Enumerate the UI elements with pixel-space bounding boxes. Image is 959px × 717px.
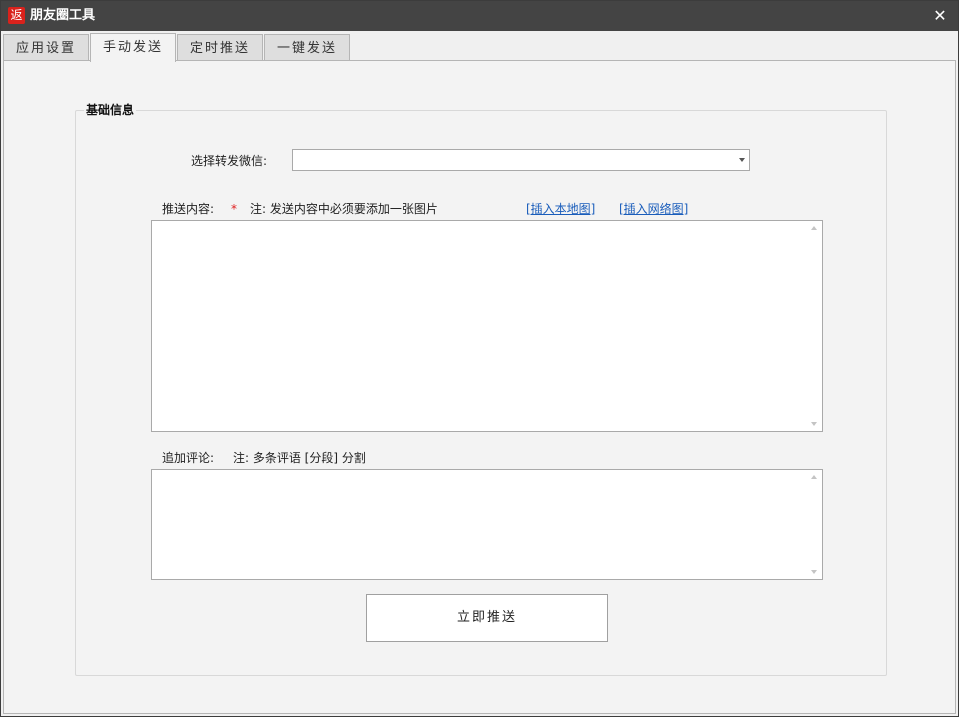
- push-now-button[interactable]: 立即推送: [366, 594, 608, 642]
- basic-info-group: 基础信息 选择转发微信: 推送内容: * 注: 发送内容中必须要添加一张图片 […: [75, 103, 887, 676]
- close-button[interactable]: ✕: [930, 6, 950, 26]
- tab-scheduled-push[interactable]: 定时推送: [177, 34, 264, 61]
- window-title: 朋友圈工具: [30, 8, 96, 23]
- extra-comments-scrollbar[interactable]: [805, 470, 822, 579]
- title-bar: 返 朋友圈工具 ✕: [1, 1, 958, 31]
- insert-local-image-link[interactable]: [插入本地图]: [526, 202, 595, 216]
- app-window: 返 朋友圈工具 ✕ 应用设置 手动发送 定时推送 一键发送 基础信息 选择转发微…: [0, 0, 959, 717]
- tab-manual-send[interactable]: 手动发送: [90, 33, 177, 62]
- extra-comments-label: 追加评论:: [162, 451, 215, 465]
- scroll-down-icon[interactable]: [811, 422, 817, 426]
- wechat-select-label: 选择转发微信:: [191, 154, 268, 168]
- required-mark: *: [231, 202, 237, 216]
- tab-app-settings[interactable]: 应用设置: [3, 34, 90, 61]
- tab-one-click-send[interactable]: 一键发送: [264, 34, 351, 61]
- extra-comments-textarea[interactable]: [152, 470, 805, 579]
- group-title: 基础信息: [84, 103, 137, 117]
- extra-comments-note: 注: 多条评语 [分段] 分割: [233, 451, 366, 465]
- push-content-textarea[interactable]: [152, 221, 805, 431]
- app-logo-icon: 返: [8, 7, 25, 24]
- scroll-down-icon[interactable]: [811, 570, 817, 574]
- scroll-up-icon[interactable]: [811, 475, 817, 479]
- push-content-box: [151, 220, 823, 432]
- extra-comments-box: [151, 469, 823, 580]
- dropdown-arrow-icon: [739, 158, 745, 162]
- push-content-scrollbar[interactable]: [805, 221, 822, 431]
- wechat-account-select[interactable]: [292, 149, 750, 171]
- push-content-note: 注: 发送内容中必须要添加一张图片: [250, 202, 438, 216]
- insert-web-image-link[interactable]: [插入网络图]: [619, 202, 688, 216]
- tab-bar: 应用设置 手动发送 定时推送 一键发送: [3, 33, 351, 62]
- push-content-label: 推送内容:: [162, 202, 215, 216]
- manual-send-panel: 基础信息 选择转发微信: 推送内容: * 注: 发送内容中必须要添加一张图片 […: [3, 60, 956, 714]
- scroll-up-icon[interactable]: [811, 226, 817, 230]
